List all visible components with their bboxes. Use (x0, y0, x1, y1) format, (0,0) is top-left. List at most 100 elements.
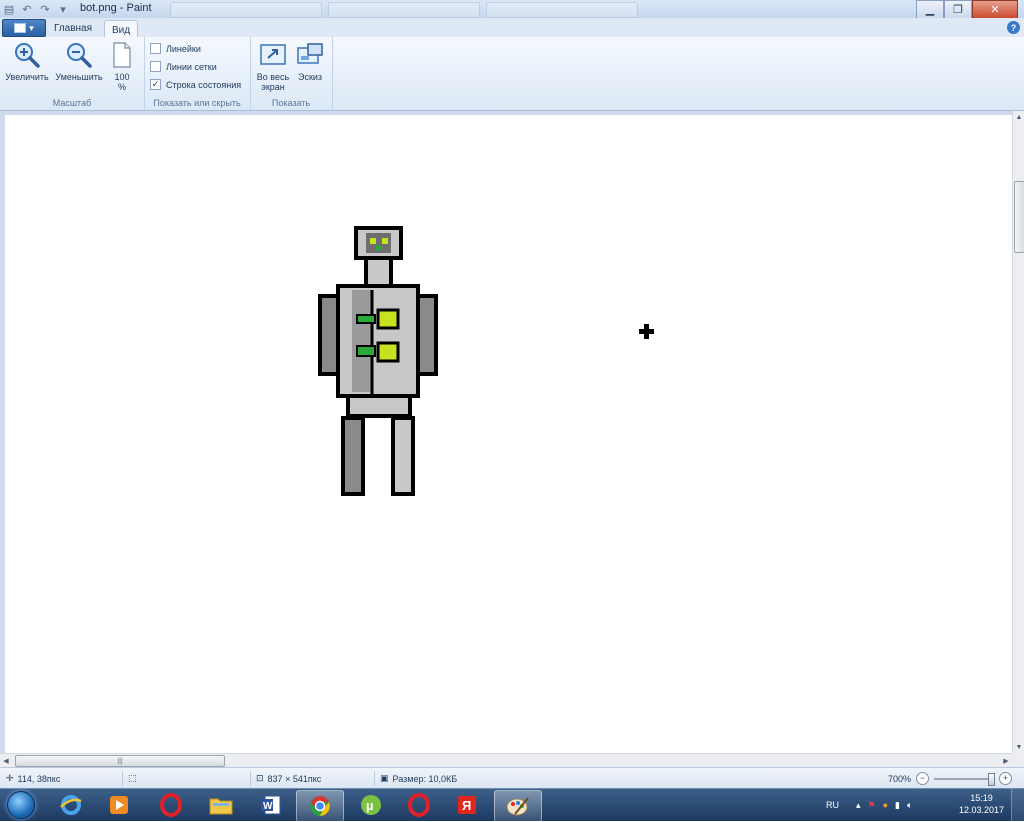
help-icon[interactable]: ? (1007, 21, 1020, 34)
taskbar-opera-2[interactable] (396, 790, 442, 820)
clock-time: 15:19 (970, 793, 993, 803)
zoom-100-button[interactable]: 100 % (108, 40, 136, 92)
gridlines-checkbox-box[interactable] (150, 61, 161, 72)
zoom-in-button[interactable]: Увеличить (4, 40, 50, 82)
gridlines-checkbox[interactable]: Линии сетки (150, 61, 217, 72)
robot-torso-shade (352, 290, 372, 392)
maximize-button[interactable]: ❐ (944, 0, 972, 19)
robot-chest-core-top (376, 308, 400, 330)
word-icon: W (261, 795, 281, 815)
scroll-up-icon[interactable]: ▲ (1013, 111, 1024, 123)
statusbar-checkbox-box[interactable]: ✓ (150, 79, 161, 90)
selection-size: ⬚ (128, 773, 137, 784)
vertical-scrollbar[interactable]: ▲ ▼ (1012, 111, 1024, 753)
start-button[interactable] (3, 790, 39, 820)
zoom-level: 700% (887, 773, 911, 784)
display-group: Во весь экран Эскиз Показать (250, 37, 333, 110)
disk-icon: ▣ (380, 773, 389, 783)
taskbar-opera[interactable] (148, 790, 194, 820)
volume-icon[interactable]: 🔈︎ (907, 800, 912, 811)
taskbar-utorrent[interactable]: µ (348, 790, 394, 820)
zoom-slider-knob[interactable] (988, 772, 995, 786)
robot-chest-core-bottom (376, 341, 400, 363)
rulers-checkbox[interactable]: Линейки (150, 43, 201, 54)
zoom-slider[interactable] (934, 772, 995, 786)
system-tray: RU ▴ ⚑ ● ▮ 🔈︎ (826, 789, 912, 821)
window-controls: ▁ ❐ ✕ (916, 0, 1018, 19)
zoom-out-button[interactable]: Уменьшить (54, 40, 104, 82)
taskbar-yandex[interactable]: Я (444, 790, 490, 820)
zoom-100-label-line2: % (117, 82, 126, 92)
taskbar-internet-explorer[interactable] (48, 790, 94, 820)
paint-menu-button[interactable]: ▾ (2, 19, 46, 37)
close-button[interactable]: ✕ (972, 0, 1018, 19)
chrome-icon (310, 796, 330, 816)
scroll-right-icon[interactable]: ▶ (1000, 754, 1012, 767)
zoom-group-label: Масштаб (52, 98, 92, 108)
thumbnail-button[interactable]: Эскиз (294, 40, 326, 82)
zoom-out-label: Уменьшить (55, 72, 103, 82)
robot-hips (346, 394, 412, 418)
paint-app-icon[interactable]: ▤ (2, 2, 16, 16)
taskbar-paint[interactable] (494, 790, 542, 822)
system-clock[interactable]: 15:19 12.03.2017 (959, 792, 1004, 816)
minimize-button[interactable]: ▁ (916, 0, 944, 19)
fullscreen-label-line1: Во весь (256, 72, 290, 82)
app-tray-icon[interactable]: ● (883, 800, 888, 810)
taskbar: W µ Я RU ▴ ⚑ ● ▮ 🔈︎ 15:19 12.03.2017 (0, 788, 1024, 822)
scroll-down-icon[interactable]: ▼ (1013, 741, 1024, 753)
cursor-position: ✛ 114, 38пкс (6, 773, 60, 784)
robot-neck (364, 256, 393, 288)
background-window-1 (170, 2, 322, 18)
status-separator (374, 771, 375, 786)
undo-icon[interactable]: ↶ (20, 2, 34, 16)
network-icon[interactable]: ▮ (895, 800, 900, 811)
crosshair-cursor-icon (639, 324, 654, 339)
taskbar-word[interactable]: W (248, 790, 294, 820)
scrollbar-corner (1012, 753, 1024, 767)
robot-arm-left (318, 294, 340, 376)
rulers-label: Линейки (166, 43, 201, 54)
robot-chest-light-top (356, 314, 376, 324)
scroll-left-icon[interactable]: ◀ (0, 754, 12, 767)
window-title: bot.png - Paint (80, 2, 152, 14)
rulers-checkbox-box[interactable] (150, 43, 161, 54)
taskbar-media-player[interactable] (96, 790, 142, 820)
redo-icon[interactable]: ↷ (38, 2, 52, 16)
show-desktop-button[interactable] (1011, 789, 1024, 821)
status-separator (122, 771, 123, 786)
horizontal-scroll-thumb[interactable]: ||| (15, 755, 225, 767)
selection-size-icon: ⬚ (128, 773, 137, 783)
image-size: ⊡ 837 × 541пкс (256, 773, 321, 784)
tab-home[interactable]: Главная (48, 20, 98, 37)
drawing-canvas[interactable] (5, 115, 1012, 753)
zoom-100-label-line1: 100 (114, 72, 130, 82)
customize-toolbar-icon[interactable]: ▾ (56, 2, 70, 16)
title-bar: ▤ ↶ ↷ ▾ bot.png - Paint ▁ ❐ ✕ (0, 0, 1024, 19)
show-hidden-icons-icon[interactable]: ▴ (856, 800, 861, 811)
robot-leg-left (341, 416, 365, 496)
chevron-down-icon: ▾ (29, 22, 34, 33)
horizontal-scrollbar[interactable]: ◀ ||| ▶ (0, 753, 1012, 767)
statusbar-checkbox[interactable]: ✓ Строка состояния (150, 79, 241, 90)
action-center-flag-icon[interactable]: ⚑ (868, 800, 876, 811)
robot-chest-light-bottom (356, 345, 376, 357)
robot-arm-right (416, 294, 438, 376)
page-icon (107, 40, 137, 70)
zoom-plus-button[interactable]: + (999, 772, 1012, 785)
status-bar: ✛ 114, 38пкс ⬚ ⊡ 837 × 541пкс ▣ Размер: … (0, 767, 1024, 789)
vertical-scroll-thumb[interactable] (1014, 181, 1024, 253)
robot-eye-right (382, 238, 388, 244)
thumbnail-label: Эскиз (297, 72, 323, 82)
language-indicator[interactable]: RU (826, 800, 839, 810)
fullscreen-button[interactable]: Во весь экран (256, 40, 290, 92)
zoom-control: 700% − + (887, 772, 1012, 786)
folder-icon (209, 798, 233, 815)
taskbar-explorer[interactable] (198, 790, 244, 820)
statusbar-label: Строка состояния (166, 79, 242, 90)
clock-date: 12.03.2017 (958, 805, 1004, 815)
taskbar-chrome[interactable] (296, 790, 344, 822)
fullscreen-label-line2: экран (261, 82, 285, 92)
zoom-minus-button[interactable]: − (916, 772, 929, 785)
utorrent-icon: µ (361, 795, 381, 815)
